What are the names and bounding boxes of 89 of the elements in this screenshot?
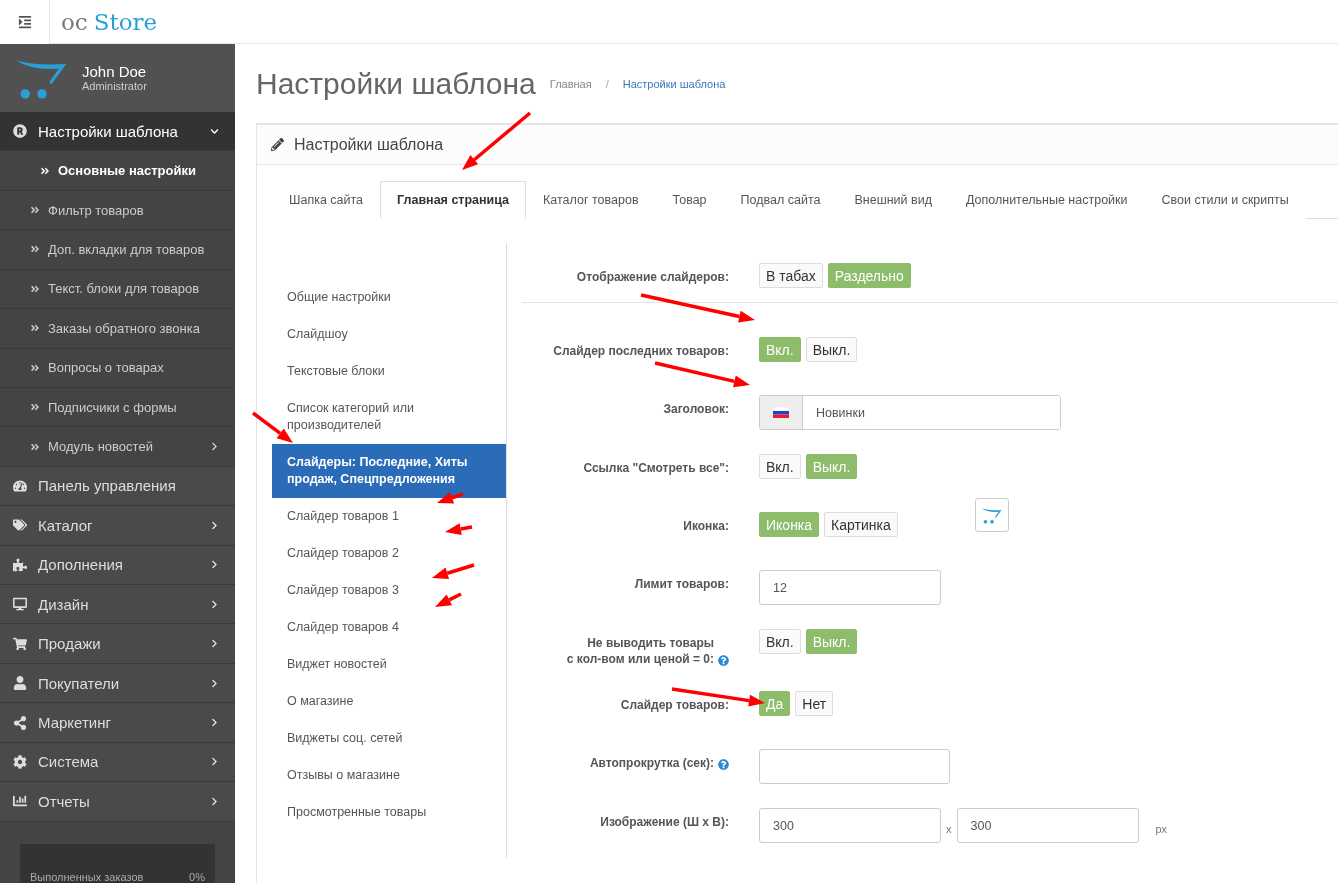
width-field[interactable]: 300 (759, 808, 941, 843)
sidebar-item[interactable]: Настройки шаблона (0, 111, 235, 152)
annotation-arrow (432, 563, 475, 579)
section-nav-item[interactable]: Слайдер товаров 3 (272, 572, 506, 609)
user-role: Administrator (82, 80, 147, 93)
user-icon (12, 676, 28, 691)
flag-icon (773, 407, 789, 418)
share-icon (12, 715, 28, 730)
section-nav-item[interactable]: Слайдер товаров 1 (272, 498, 506, 535)
sidebar-item[interactable]: Покупатели (0, 663, 235, 704)
sidebar-item[interactable]: Маркетинг (0, 703, 235, 743)
breadcrumb-link[interactable]: Настройки шаблона (622, 77, 726, 90)
double-chevron-icon (30, 402, 40, 413)
field-label: Изображение (Ш x В): (600, 814, 729, 830)
field-label: Лимит товаров: (634, 576, 729, 592)
annotation-arrow (462, 111, 532, 170)
panel-title: Настройки шаблона (294, 135, 444, 154)
sidebar-item[interactable]: Система (0, 742, 235, 783)
gauge-icon (12, 478, 28, 493)
sidebar-item[interactable]: Панель управления (0, 466, 235, 507)
section-nav-item[interactable]: Виджет новостей (272, 646, 506, 683)
input-field[interactable] (759, 749, 950, 784)
field-label: Автопрокрутка (сек): (589, 755, 714, 771)
annotation-arrow (437, 492, 464, 504)
section-nav-item[interactable]: Просмотренные товары (272, 794, 506, 831)
sidebar-item[interactable]: Каталог (0, 506, 235, 546)
double-chevron-icon (30, 323, 40, 334)
section-nav-item[interactable]: Слайдеры: Последние, Хиты продаж, Спецпредложения (272, 444, 506, 498)
bar-chart-icon (12, 794, 28, 809)
breadcrumb-link[interactable]: Главная (549, 77, 592, 90)
field-label: Отображение слайдеров: (576, 269, 729, 285)
section-nav-item[interactable]: Список категорий или производителей (272, 390, 506, 444)
section-nav-item[interactable]: О магазине (272, 683, 506, 720)
section-nav-item[interactable]: Слайдер товаров 2 (272, 535, 506, 572)
height-field[interactable]: 300 (956, 808, 1139, 843)
help-icon[interactable] (718, 759, 729, 770)
section-nav-item[interactable]: Слайдер товаров 4 (272, 609, 506, 646)
toggle-option[interactable]: Выкл. (805, 337, 858, 362)
section-nav-item[interactable]: Общие настройки (272, 279, 506, 316)
input-field[interactable]: 12 (759, 570, 941, 605)
sidebar-item[interactable]: Дизайн (0, 585, 235, 625)
section-nav-item[interactable]: Текстовые блоки (272, 353, 506, 390)
field-label: Слайдер последних товаров: (553, 343, 729, 359)
logo-text: Store (93, 8, 158, 35)
pencil-icon (271, 138, 284, 151)
registered-icon (12, 124, 28, 139)
field-label: Слайдер товаров: (620, 697, 729, 713)
field-label: Ссылка "Смотреть все": (583, 460, 729, 476)
monitor-icon (12, 597, 28, 612)
double-chevron-icon (30, 283, 40, 294)
user-name: John Doe (82, 63, 147, 81)
title-field[interactable]: Новинки (759, 395, 1061, 430)
double-chevron-icon (30, 362, 40, 373)
page-title: Настройки шаблона (256, 66, 536, 101)
double-chevron-icon (40, 165, 50, 176)
unit-text: px (1155, 822, 1168, 835)
section-nav-item[interactable]: Слайдшоу (272, 316, 506, 353)
separator-text: x (946, 822, 952, 835)
tags-icon (12, 518, 28, 533)
toggle-option[interactable]: Вкл. (759, 454, 801, 479)
breadcrumb-separator: / (605, 77, 609, 90)
progress-reading: 0% (189, 871, 205, 883)
section-nav-item[interactable]: Отзывы о магазине (272, 757, 506, 794)
progress-label: Выполненных заказов (30, 871, 144, 883)
double-chevron-icon (30, 441, 40, 452)
sidebar-item[interactable]: Продажи (0, 624, 235, 664)
sidebar-item[interactable]: Отчеты (0, 782, 235, 822)
cart-icon (12, 636, 28, 651)
icon-preview[interactable] (974, 498, 1009, 532)
logo-text: oc (61, 8, 88, 35)
section-nav-item[interactable]: Виджеты соц. сетей (272, 720, 506, 757)
toggle-option[interactable]: В табах (759, 263, 823, 288)
gear-icon (12, 754, 28, 769)
toggle-option[interactable]: Картинка (824, 512, 898, 537)
cart-icon (980, 506, 1003, 524)
menu-icon[interactable] (0, 0, 50, 44)
tab[interactable]: Главная страница (380, 181, 527, 219)
puzzle-icon (12, 557, 28, 572)
help-icon[interactable] (718, 655, 729, 666)
field-label: Не выводить товары с кол-вом или ценой = 0: (566, 635, 714, 667)
annotation-arrow (445, 523, 473, 535)
double-chevron-icon (30, 244, 40, 255)
sidebar-item[interactable]: Дополнения (0, 545, 235, 586)
annotation-arrow (435, 592, 462, 607)
double-chevron-icon (30, 205, 40, 215)
toggle-option[interactable]: Вкл. (759, 629, 801, 654)
field-label: Иконка: (683, 518, 729, 534)
toggle-option[interactable]: Нет (795, 691, 834, 716)
field-label: Заголовок: (663, 401, 729, 417)
